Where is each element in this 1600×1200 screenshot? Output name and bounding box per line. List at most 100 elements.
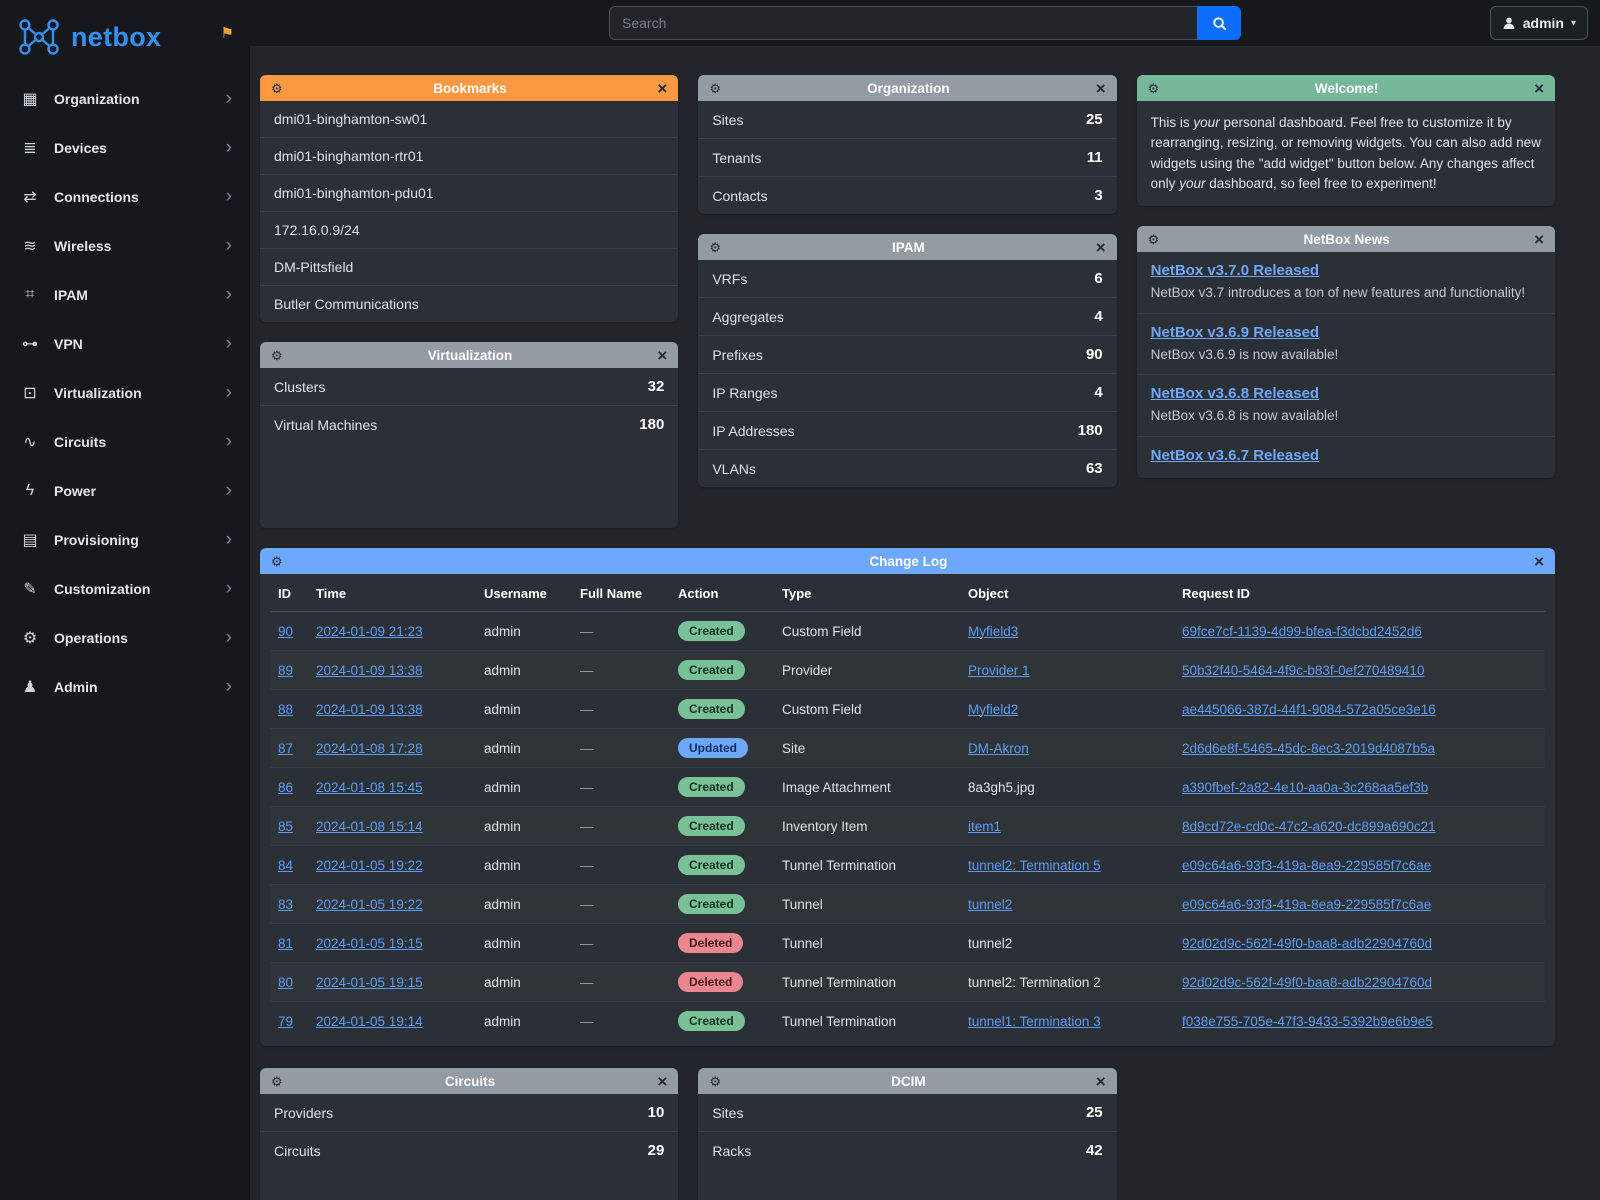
bookmark-item[interactable]: Butler Communications	[260, 286, 678, 322]
changelog-time-link[interactable]: 2024-01-08 15:14	[316, 819, 423, 834]
changelog-id-link[interactable]: 90	[278, 624, 293, 639]
changelog-object-link[interactable]: Provider 1	[968, 663, 1030, 678]
widget-close-button[interactable]: ×	[1530, 553, 1548, 570]
changelog-object-link[interactable]: Myfield3	[968, 624, 1018, 639]
changelog-request-id-link[interactable]: ae445066-387d-44f1-9084-572a05ce3e16	[1182, 702, 1436, 717]
widget-config-button[interactable]: ⚙	[267, 1075, 287, 1088]
changelog-id-link[interactable]: 89	[278, 663, 293, 678]
sidebar-item-wireless[interactable]: ≋ Wireless ›	[0, 221, 250, 270]
changelog-id-link[interactable]: 84	[278, 858, 293, 873]
stat-row-aggregates[interactable]: Aggregates 4	[698, 298, 1116, 336]
news-headline-link[interactable]: NetBox v3.6.7 Released	[1151, 447, 1319, 464]
widget-close-button[interactable]: ×	[653, 1073, 671, 1090]
widget-close-button[interactable]: ×	[1530, 80, 1548, 97]
widget-config-button[interactable]: ⚙	[705, 82, 725, 95]
stat-row-clusters[interactable]: Clusters 32	[260, 368, 678, 406]
sidebar-item-operations[interactable]: ⚙ Operations ›	[0, 613, 250, 662]
changelog-request-id-link[interactable]: a390fbef-2a82-4e10-aa0a-3c268aa5ef3b	[1182, 780, 1428, 795]
sidebar-item-devices[interactable]: ≣ Devices ›	[0, 123, 250, 172]
changelog-id-link[interactable]: 81	[278, 936, 293, 951]
stat-row-vrfs[interactable]: VRFs 6	[698, 260, 1116, 298]
stat-row-circuits[interactable]: Circuits 29	[260, 1132, 678, 1169]
changelog-request-id-link[interactable]: 50b32f40-5464-4f9c-b83f-0ef270489410	[1182, 663, 1424, 678]
news-headline-link[interactable]: NetBox v3.7.0 Released	[1151, 262, 1319, 279]
sidebar-item-virtualization[interactable]: ⊡ Virtualization ›	[0, 368, 250, 417]
bookmark-item[interactable]: dmi01-binghamton-sw01	[260, 101, 678, 138]
search-input[interactable]	[609, 6, 1197, 40]
changelog-request-id-link[interactable]: 92d02d9c-562f-49f0-baa8-adb22904760d	[1182, 936, 1432, 951]
widget-close-button[interactable]: ×	[1092, 1073, 1110, 1090]
widget-config-button[interactable]: ⚙	[267, 349, 287, 362]
news-headline-link[interactable]: NetBox v3.6.8 Released	[1151, 385, 1319, 402]
user-menu-button[interactable]: admin ▾	[1490, 6, 1588, 40]
changelog-time-link[interactable]: 2024-01-05 19:15	[316, 936, 423, 951]
changelog-id-link[interactable]: 86	[278, 780, 293, 795]
stat-row-vlans[interactable]: VLANs 63	[698, 450, 1116, 487]
widget-config-button[interactable]: ⚙	[705, 241, 725, 254]
changelog-time-link[interactable]: 2024-01-09 13:38	[316, 702, 423, 717]
changelog-time-link[interactable]: 2024-01-08 17:28	[316, 741, 423, 756]
changelog-object-link[interactable]: Myfield2	[968, 702, 1018, 717]
changelog-object-link[interactable]: DM-Akron	[968, 741, 1029, 756]
changelog-time-link[interactable]: 2024-01-05 19:14	[316, 1014, 423, 1029]
changelog-id-link[interactable]: 87	[278, 741, 293, 756]
stat-row-ip-addresses[interactable]: IP Addresses 180	[698, 412, 1116, 450]
changelog-id-link[interactable]: 83	[278, 897, 293, 912]
changelog-time-link[interactable]: 2024-01-08 15:45	[316, 780, 423, 795]
changelog-id-link[interactable]: 80	[278, 975, 293, 990]
changelog-id-link[interactable]: 88	[278, 702, 293, 717]
changelog-object-link[interactable]: item1	[968, 819, 1001, 834]
stat-row-virtual-machines[interactable]: Virtual Machines 180	[260, 406, 678, 443]
changelog-request-id-link[interactable]: e09c64a6-93f3-419a-8ea9-229585f7c6ae	[1182, 858, 1431, 873]
stat-row-tenants[interactable]: Tenants 11	[698, 139, 1116, 177]
widget-config-button[interactable]: ⚙	[1144, 233, 1164, 246]
widget-config-button[interactable]: ⚙	[705, 1075, 725, 1088]
sidebar-item-customization[interactable]: ✎ Customization ›	[0, 564, 250, 613]
stat-row-racks[interactable]: Racks 42	[698, 1132, 1116, 1169]
changelog-request-id-link[interactable]: 69fce7cf-1139-4d99-bfea-f3dcbd2452d6	[1182, 624, 1422, 639]
bookmark-item[interactable]: dmi01-binghamton-pdu01	[260, 175, 678, 212]
changelog-object-link[interactable]: tunnel2: Termination 5	[968, 858, 1101, 873]
stat-row-contacts[interactable]: Contacts 3	[698, 177, 1116, 214]
stat-row-sites[interactable]: Sites 25	[698, 101, 1116, 139]
stat-row-providers[interactable]: Providers 10	[260, 1094, 678, 1132]
changelog-request-id-link[interactable]: f038e755-705e-47f3-9433-5392b9e6b9e5	[1182, 1014, 1433, 1029]
changelog-time-link[interactable]: 2024-01-05 19:15	[316, 975, 423, 990]
sidebar-item-admin[interactable]: ♟ Admin ›	[0, 662, 250, 711]
widget-config-button[interactable]: ⚙	[267, 82, 287, 95]
changelog-id-link[interactable]: 85	[278, 819, 293, 834]
news-headline-link[interactable]: NetBox v3.6.9 Released	[1151, 324, 1319, 341]
changelog-time-link[interactable]: 2024-01-05 19:22	[316, 858, 423, 873]
bookmark-item[interactable]: DM-Pittsfield	[260, 249, 678, 286]
widget-close-button[interactable]: ×	[653, 347, 671, 364]
changelog-object-link[interactable]: tunnel2	[968, 897, 1012, 912]
sidebar-item-ipam[interactable]: ⌗ IPAM ›	[0, 270, 250, 319]
bookmark-item[interactable]: dmi01-binghamton-rtr01	[260, 138, 678, 175]
changelog-object-link[interactable]: tunnel1: Termination 3	[968, 1014, 1101, 1029]
changelog-request-id-link[interactable]: 2d6d6e8f-5465-45dc-8ec3-2019d4087b5a	[1182, 741, 1435, 756]
stat-row-ip-ranges[interactable]: IP Ranges 4	[698, 374, 1116, 412]
changelog-time-link[interactable]: 2024-01-09 21:23	[316, 624, 423, 639]
changelog-id-link[interactable]: 79	[278, 1014, 293, 1029]
sidebar-item-organization[interactable]: ▦ Organization ›	[0, 74, 250, 123]
pin-sidebar-icon[interactable]: ⚑	[221, 24, 234, 42]
changelog-request-id-link[interactable]: e09c64a6-93f3-419a-8ea9-229585f7c6ae	[1182, 897, 1431, 912]
widget-close-button[interactable]: ×	[1530, 231, 1548, 248]
changelog-time-link[interactable]: 2024-01-09 13:38	[316, 663, 423, 678]
sidebar-item-connections[interactable]: ⇄ Connections ›	[0, 172, 250, 221]
changelog-time-link[interactable]: 2024-01-05 19:22	[316, 897, 423, 912]
brand-logo[interactable]: netbox ⚑	[0, 0, 250, 74]
widget-close-button[interactable]: ×	[1092, 80, 1110, 97]
widget-config-button[interactable]: ⚙	[267, 555, 287, 568]
sidebar-item-vpn[interactable]: ⊶ VPN ›	[0, 319, 250, 368]
widget-config-button[interactable]: ⚙	[1144, 82, 1164, 95]
bookmark-item[interactable]: 172.16.0.9/24	[260, 212, 678, 249]
search-button[interactable]	[1197, 6, 1241, 40]
stat-row-sites[interactable]: Sites 25	[698, 1094, 1116, 1132]
sidebar-item-circuits[interactable]: ∿ Circuits ›	[0, 417, 250, 466]
stat-row-prefixes[interactable]: Prefixes 90	[698, 336, 1116, 374]
changelog-request-id-link[interactable]: 92d02d9c-562f-49f0-baa8-adb22904760d	[1182, 975, 1432, 990]
widget-close-button[interactable]: ×	[1092, 239, 1110, 256]
changelog-request-id-link[interactable]: 8d9cd72e-cd0c-47c2-a620-dc899a690c21	[1182, 819, 1436, 834]
sidebar-item-provisioning[interactable]: ▤ Provisioning ›	[0, 515, 250, 564]
